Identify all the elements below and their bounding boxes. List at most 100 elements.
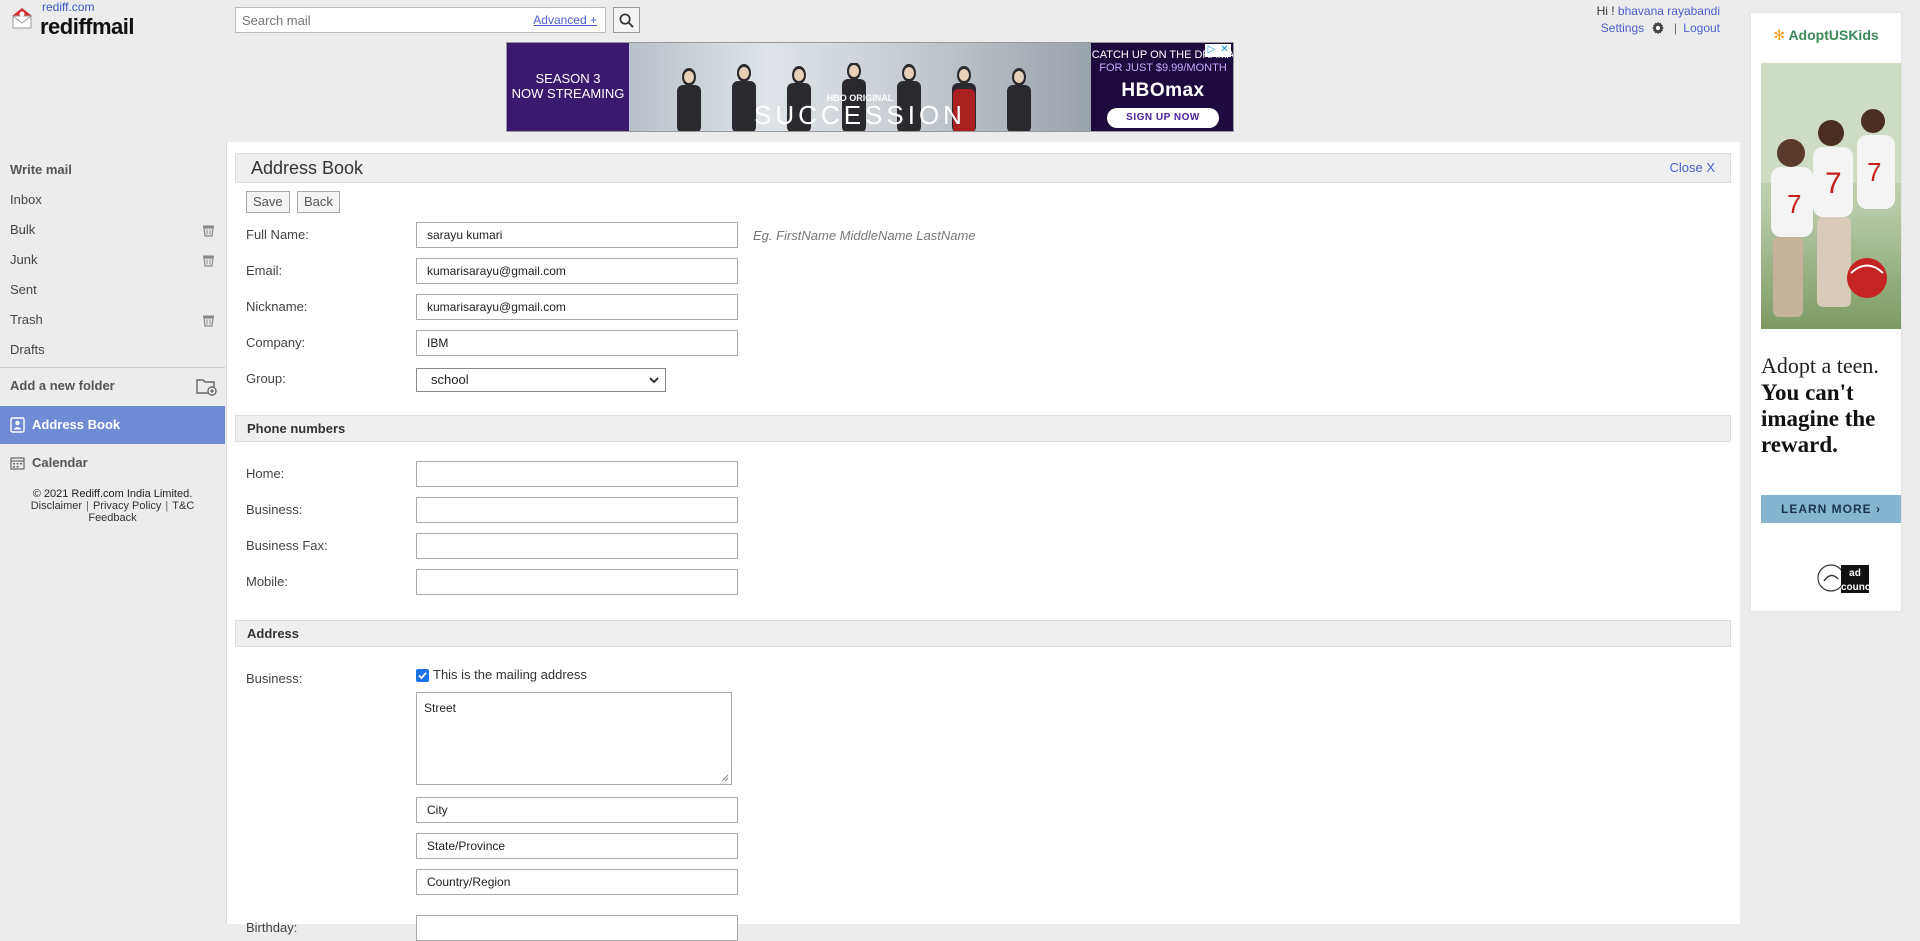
close-link[interactable]: Close X [1669, 160, 1715, 175]
empty-junk-trash-icon[interactable] [202, 254, 215, 267]
sidebar-item-sent[interactable]: Sent [0, 275, 225, 305]
advanced-search-link[interactable]: Advanced + [533, 13, 597, 27]
mailing-address-checkbox[interactable] [416, 669, 429, 682]
chevron-right-icon: › [1876, 502, 1881, 516]
search-input[interactable] [236, 8, 526, 32]
email-label: Email: [246, 263, 283, 278]
adoptuskids-leaf-icon: ✻ [1773, 27, 1789, 43]
adoptuskids-logo: ✻ AdoptUSKids [1751, 27, 1901, 44]
sidebar-item-inbox[interactable]: Inbox [0, 185, 225, 215]
sidebar-item-label: Drafts [10, 342, 45, 357]
ad-season-text: SEASON 3 [535, 71, 601, 86]
address-book-icon [10, 417, 25, 433]
panel-header: Address Book Close X [235, 153, 1731, 183]
birthday-label: Birthday: [246, 920, 298, 935]
sidebar-item-address-book[interactable]: Address Book [0, 406, 225, 444]
ad-council-logo: ad council [1841, 565, 1877, 593]
city-field[interactable]: City [416, 797, 738, 823]
adchoices-close-icon[interactable]: ✕ [1218, 44, 1231, 57]
adoptuskids-brand-text: AdoptUSKids [1788, 27, 1879, 43]
business-fax-label: Business Fax: [246, 538, 328, 553]
business-phone-label: Business: [246, 502, 303, 517]
side-banner-ad[interactable]: ✻ AdoptUSKids 7 7 7 Adopt a teen. You ca… [1750, 12, 1902, 612]
rediff-logo-icon [12, 8, 32, 29]
business-fax-field[interactable] [416, 533, 738, 559]
ad-tagline-1: Adopt a teen. [1761, 353, 1879, 378]
adchoices-play-icon: ▷ [1207, 44, 1216, 55]
back-button[interactable]: Back [297, 191, 340, 213]
save-button[interactable]: Save [246, 191, 290, 213]
sidebar-item-label: Bulk [10, 222, 36, 237]
company-label: Company: [246, 335, 306, 350]
ad-signup-button[interactable]: SIGN UP NOW [1107, 108, 1219, 128]
nickname-label: Nickname: [246, 299, 308, 314]
street-textarea[interactable]: Street [416, 692, 732, 785]
address-business-label: Business: [246, 671, 303, 686]
adchoices-icon[interactable]: ▷ ✕ [1205, 44, 1231, 57]
full-name-label: Full Name: [246, 227, 309, 242]
ad-left-panel: SEASON 3 NOW STREAMING [507, 43, 629, 131]
svg-text:7: 7 [1867, 157, 1881, 187]
checkmark-icon [418, 672, 427, 680]
company-field[interactable]: IBM [416, 330, 738, 356]
sidebar-item-junk[interactable]: Junk [0, 245, 225, 275]
nickname-field[interactable]: kumarisarayu@gmail.com [416, 294, 738, 320]
terms-link[interactable]: T&C [172, 500, 194, 512]
full-name-hint: Eg. FirstName MiddleName LastName [753, 228, 976, 243]
add-folder-button[interactable]: Add a new folder [0, 368, 225, 406]
calendar-icon [10, 457, 25, 470]
family-figures: 7 7 7 [1761, 63, 1901, 317]
svg-text:7: 7 [1787, 189, 1801, 219]
email-field[interactable]: kumarisarayu@gmail.com [416, 258, 738, 284]
sidebar-item-bulk[interactable]: Bulk [0, 215, 225, 245]
address-book-panel: Address Book Close X Save Back Full Name… [226, 142, 1740, 941]
resize-grip-icon[interactable] [721, 774, 729, 782]
rediff-com-link[interactable]: rediff.com [42, 0, 94, 14]
sidebar-item-label: Sent [10, 282, 37, 297]
group-selected-value: school [431, 372, 469, 387]
learn-more-button[interactable]: LEARN MORE › [1761, 495, 1901, 523]
top-banner-ad[interactable]: SEASON 3 NOW STREAMING HBO ORIGINAL SUCC… [506, 42, 1234, 132]
ad-cast-photo: HBO ORIGINAL SUCCESSION [629, 43, 1091, 131]
rediffmail-logo[interactable]: rediff.com rediffmail [8, 0, 168, 40]
phone-numbers-section: Phone numbers [235, 415, 1731, 442]
privacy-policy-link[interactable]: Privacy Policy [93, 500, 161, 512]
group-select[interactable]: school [416, 368, 666, 392]
copyright-text: © 2021 Rediff.com India Limited. [32, 488, 193, 500]
write-mail-link[interactable]: Write mail [0, 155, 225, 185]
greeting-text: Hi ! [1596, 4, 1615, 18]
footer-separator: | [86, 500, 89, 512]
user-area: Hi ! bhavana rayabandi Settings | Logout [1597, 3, 1720, 37]
birthday-field[interactable] [416, 915, 738, 941]
home-phone-label: Home: [246, 466, 285, 481]
user-name-link[interactable]: bhavana rayabandi [1618, 4, 1720, 18]
home-phone-field[interactable] [416, 461, 738, 487]
sidebar-item-calendar[interactable]: Calendar [0, 444, 225, 482]
group-label: Group: [246, 371, 286, 386]
settings-link[interactable]: Settings [1601, 21, 1644, 35]
rediffmail-wordmark: rediffmail [40, 14, 135, 39]
chevron-down-icon [649, 377, 659, 384]
search-button[interactable] [613, 7, 640, 33]
logout-link[interactable]: Logout [1683, 21, 1720, 35]
empty-bulk-trash-icon[interactable] [202, 224, 215, 237]
sidebar-item-drafts[interactable]: Drafts [0, 335, 225, 365]
ad-streaming-text: NOW STREAMING [511, 86, 625, 101]
feedback-link[interactable]: Feedback [88, 512, 136, 524]
hbomax-logo: HBOmax [1121, 80, 1205, 101]
sidebar: Write mail Inbox Bulk Junk Sent Trash Dr… [0, 155, 225, 524]
disclaimer-link[interactable]: Disclaimer [31, 500, 82, 512]
sidebar-item-trash[interactable]: Trash [0, 305, 225, 335]
footer-separator: | [165, 500, 169, 512]
ad-council-text: ad council [1841, 568, 1877, 593]
country-region-field[interactable]: Country/Region [416, 869, 738, 895]
street-value: Street [424, 701, 457, 715]
gear-icon[interactable] [1651, 21, 1665, 35]
business-phone-field[interactable] [416, 497, 738, 523]
full-name-field[interactable]: sarayu kumari [416, 222, 738, 248]
state-province-field[interactable]: State/Province [416, 833, 738, 859]
ad-tagline-2: You can't imagine the reward. [1761, 380, 1876, 457]
empty-trash-icon[interactable] [202, 314, 215, 327]
ad-family-photo: 7 7 7 [1761, 63, 1901, 329]
mobile-field[interactable] [416, 569, 738, 595]
